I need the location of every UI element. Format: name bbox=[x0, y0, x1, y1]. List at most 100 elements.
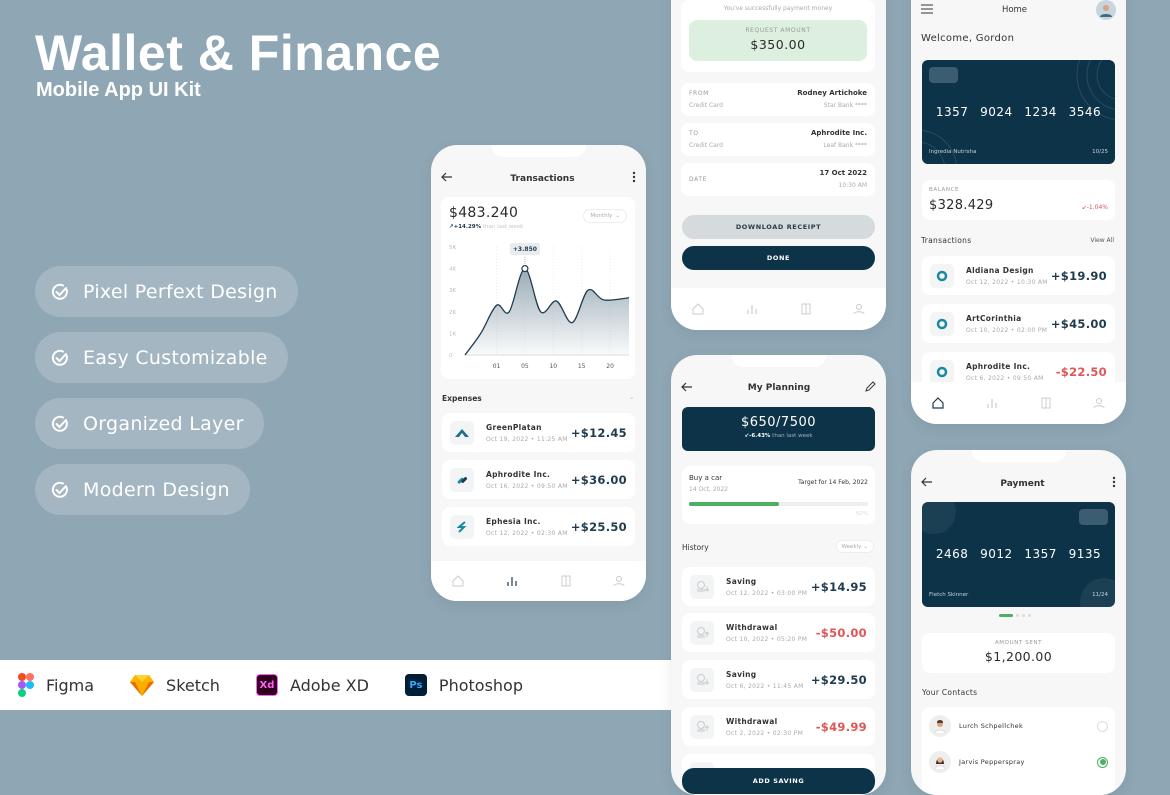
area-chart: 0 1K 2K 3K 4K 5K 01 05 10 15 20 +3.850 bbox=[449, 243, 630, 370]
card-number-group: 1357 bbox=[935, 105, 969, 119]
goal-target: Target for 14 Feb, 2022 bbox=[798, 479, 868, 486]
figma-icon bbox=[18, 673, 34, 697]
done-button[interactable]: DONE bbox=[682, 246, 875, 270]
history-amount: -$49.99 bbox=[815, 719, 867, 734]
from-name: Rodney Artichoke bbox=[797, 89, 867, 97]
change-value: -6.43% bbox=[749, 433, 771, 439]
phone-notch bbox=[971, 450, 1066, 462]
contact-radio-selected[interactable] bbox=[1097, 756, 1108, 768]
carousel-dot[interactable] bbox=[1016, 614, 1019, 617]
expense-name: Ephesia Inc. bbox=[486, 516, 541, 526]
nav-profile-icon[interactable] bbox=[853, 303, 865, 315]
card-number-group: 3546 bbox=[1068, 105, 1102, 119]
nav-wallet-icon[interactable] bbox=[801, 303, 811, 315]
download-receipt-button[interactable]: DOWNLOAD RECEIPT bbox=[682, 215, 875, 239]
contacts-list: Lurch Schpellchek Jarvis Pepperspray bbox=[922, 707, 1115, 795]
history-date: Oct 10, 2022 • 05:20 PM bbox=[726, 635, 808, 643]
back-arrow-icon[interactable] bbox=[681, 382, 693, 395]
balance-change: ↙-1.04% bbox=[1081, 204, 1108, 211]
date-value: 17 Oct 2022 bbox=[819, 169, 867, 177]
edit-pencil-icon[interactable] bbox=[865, 381, 876, 395]
add-saving-button[interactable]: ADD SAVING bbox=[682, 768, 875, 794]
screen-title: My Planning bbox=[747, 383, 811, 393]
home-credit-card[interactable]: 1357 9024 1234 3546 Ingredia Nutrisha 10/25 bbox=[922, 60, 1115, 164]
expense-item[interactable]: Aphrodite Inc. Oct 16, 2022 • 09:50 AM +$… bbox=[442, 460, 635, 499]
planning-amount: $650/7500 bbox=[740, 415, 817, 430]
transaction-date: Oct 6, 2022 • 09:50 AM bbox=[966, 374, 1044, 382]
history-item[interactable]: Saving Oct 12, 2022 • 03:00 PM +$14.95 bbox=[682, 567, 875, 606]
saving-icon bbox=[690, 574, 714, 599]
request-card: You've successfully payment money REQUES… bbox=[681, 0, 875, 72]
back-arrow-icon[interactable] bbox=[921, 477, 933, 490]
contact-avatar bbox=[929, 715, 951, 737]
history-item[interactable]: Withdrawal Oct 10, 2022 • 05:20 PM -$50.0… bbox=[682, 613, 875, 652]
balance-amount: $483.240 bbox=[449, 205, 519, 221]
y-tick-label: 4K bbox=[449, 267, 456, 273]
payment-credit-card[interactable]: 2468 9012 1357 9135 Fletch Skinner 11/24 bbox=[922, 502, 1115, 607]
time-value: 10:30 AM bbox=[838, 182, 867, 189]
card-expiry: 10/25 bbox=[1092, 149, 1108, 155]
goal-date: 14 Oct, 2022 bbox=[689, 486, 728, 493]
menu-hamburger-icon[interactable] bbox=[921, 4, 933, 17]
card-number-group: 1234 bbox=[1024, 105, 1057, 119]
view-all-link[interactable]: View All bbox=[1090, 237, 1114, 244]
date-card: DATE 17 Oct 2022 10:30 AM bbox=[681, 163, 875, 196]
tool-adobe-xd: Xd Adobe XD bbox=[255, 674, 369, 696]
history-item[interactable]: Withdrawal Oct 2, 2022 • 02:30 PM -$49.99 bbox=[682, 707, 875, 746]
tooltip-label: +3.850 bbox=[513, 246, 537, 253]
more-vertical-icon[interactable] bbox=[1112, 476, 1116, 491]
expense-item[interactable]: Ephesia Inc. Oct 12, 2022 • 02:30 AM +$25… bbox=[442, 507, 635, 546]
screen-title: Payment bbox=[1000, 478, 1045, 489]
expense-name: GreenPlatan bbox=[486, 422, 542, 432]
nav-home-icon[interactable] bbox=[932, 397, 944, 409]
transaction-name: ArtCorinthia bbox=[966, 313, 1022, 323]
nav-stats-icon[interactable] bbox=[986, 397, 998, 409]
carousel-dots[interactable] bbox=[999, 614, 1031, 617]
nav-home-icon[interactable] bbox=[452, 575, 464, 587]
nav-wallet-icon[interactable] bbox=[561, 575, 571, 587]
x-tick-label: 01 bbox=[493, 363, 501, 370]
nav-profile-icon[interactable] bbox=[1093, 397, 1105, 409]
welcome-text: Welcome, Gordon bbox=[921, 33, 1015, 44]
x-tick-label: 05 bbox=[521, 363, 529, 370]
back-arrow-icon[interactable] bbox=[441, 172, 453, 185]
contact-item[interactable]: Jarvis Pepperspray bbox=[929, 750, 1108, 774]
history-name: Withdrawal bbox=[726, 716, 778, 726]
to-bank: Leaf Bank **** bbox=[823, 142, 867, 149]
tool-label: Adobe XD bbox=[289, 675, 369, 695]
contact-avatar bbox=[929, 751, 951, 773]
carousel-dot[interactable] bbox=[1022, 614, 1025, 617]
nav-stats-icon[interactable] bbox=[506, 575, 518, 587]
goal-card[interactable]: Buy a car 14 Oct, 2022 Target for 14 Feb… bbox=[682, 466, 875, 524]
nav-home-icon[interactable] bbox=[692, 303, 704, 315]
history-item[interactable]: Saving Oct 6, 2022 • 11:45 AM +$29.50 bbox=[682, 660, 875, 699]
chevron-down-icon[interactable]: ⌄ bbox=[628, 392, 635, 401]
contacts-title: Your Contacts bbox=[922, 688, 978, 697]
feature-pill: Pixel Perfext Design bbox=[35, 266, 298, 317]
carousel-dot-active[interactable] bbox=[999, 614, 1013, 617]
y-tick-label: 3K bbox=[449, 288, 456, 294]
expense-item[interactable]: GreenPlatan Oct 19, 2022 • 11:25 AM +$12.… bbox=[442, 413, 635, 452]
nav-wallet-icon[interactable] bbox=[1041, 397, 1051, 409]
period-dropdown[interactable]: Monthly ⌄ bbox=[583, 209, 627, 223]
to-label: TO bbox=[689, 130, 699, 137]
period-dropdown[interactable]: Weekly ⌄ bbox=[835, 540, 874, 553]
to-name: Aphrodite Inc. bbox=[810, 129, 867, 137]
bottom-nav bbox=[431, 561, 646, 601]
transaction-item[interactable]: ArtCorinthia Oct 10, 2022 • 02:00 PM +$45… bbox=[922, 304, 1115, 343]
nav-stats-icon[interactable] bbox=[746, 303, 758, 315]
nav-profile-icon[interactable] bbox=[613, 575, 625, 587]
expense-date: Oct 12, 2022 • 02:30 AM bbox=[486, 529, 568, 537]
contact-item[interactable]: Lurch Schpellchek bbox=[929, 714, 1108, 738]
y-tick-label: 5K bbox=[449, 245, 456, 251]
more-vertical-icon[interactable] bbox=[632, 171, 636, 186]
balance-chart-card: $483.240 ↗+14.29% than last week Monthly… bbox=[441, 197, 635, 379]
request-amount: $350.00 bbox=[750, 37, 806, 52]
transactions-title: Transactions bbox=[921, 236, 972, 245]
company-logo-icon bbox=[930, 311, 954, 336]
contact-radio[interactable] bbox=[1097, 720, 1108, 732]
carousel-dot[interactable] bbox=[1028, 614, 1031, 617]
transaction-item[interactable]: Aldiana Design Oct 12, 2022 • 10:30 AM +$… bbox=[922, 256, 1115, 295]
tool-figma: Figma bbox=[18, 673, 94, 697]
user-avatar[interactable] bbox=[1095, 0, 1116, 20]
